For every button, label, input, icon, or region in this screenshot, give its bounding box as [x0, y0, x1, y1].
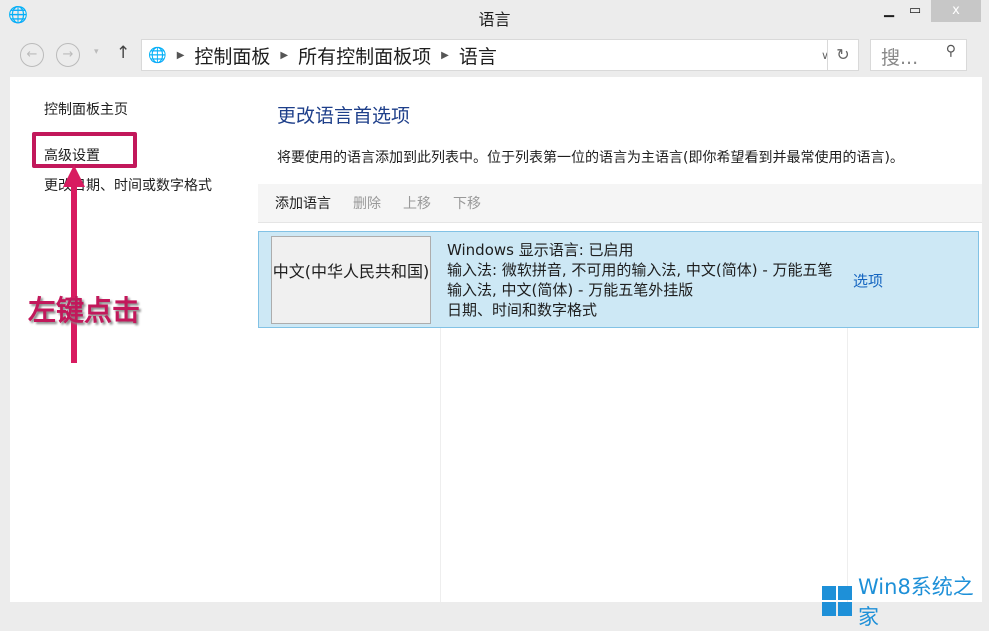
back-button[interactable]: ← — [20, 43, 44, 67]
display-language-status: Windows 显示语言: 已启用 — [447, 241, 634, 259]
windows-logo-icon — [822, 586, 852, 616]
page-title: 更改语言首选项 — [277, 105, 411, 127]
search-input[interactable]: 搜... ⚲ — [870, 39, 967, 71]
search-icon: ⚲ — [945, 43, 956, 59]
chevron-right-icon: ▶ — [280, 49, 289, 61]
title-bar: 🌐 语言 ▁ ▭ x — [0, 0, 989, 33]
breadcrumb-control-panel[interactable]: 控制面板 — [194, 42, 270, 69]
address-bar[interactable]: 🌐 ▶ 控制面板 ▶ 所有控制面板项 ▶ 语言 ∨ — [141, 39, 838, 71]
language-toolbar: 添加语言 删除 上移 下移 — [258, 184, 982, 223]
watermark-logo: Win8系统之家 — [822, 571, 989, 631]
sidebar-item-home[interactable]: 控制面板主页 — [44, 99, 128, 119]
search-placeholder: 搜... — [881, 47, 919, 69]
up-button[interactable]: ↑ — [116, 43, 130, 63]
breadcrumb-language[interactable]: 语言 — [459, 42, 497, 69]
page-description: 将要使用的语言添加到此列表中。位于列表第一位的语言为主语言(即你希望看到并最常使… — [277, 150, 904, 166]
annotation-arrow — [71, 173, 77, 363]
forward-button[interactable]: → — [56, 43, 80, 67]
input-methods: 输入法: 微软拼音, 不可用的输入法, 中文(简体) - 万能五笔输入法, 中文… — [447, 261, 833, 299]
move-up-button[interactable]: 上移 — [403, 193, 431, 213]
chevron-right-icon: ▶ — [441, 49, 449, 61]
move-down-button[interactable]: 下移 — [453, 193, 481, 213]
window-title: 语言 — [478, 10, 511, 29]
language-row[interactable]: 中文(中华人民共和国) Windows 显示语言: 已启用 输入法: 微软拼音,… — [258, 231, 979, 328]
watermark-text: Win8系统之家 — [858, 575, 974, 629]
maximize-button[interactable]: ▭ — [905, 0, 925, 22]
annotation-text: 左键点击 — [28, 294, 141, 327]
options-link[interactable]: 选项 — [853, 270, 883, 291]
refresh-button[interactable]: ↻ — [827, 39, 859, 71]
recent-dropdown-icon[interactable]: ▾ — [94, 47, 99, 57]
language-name-button[interactable]: 中文(中华人民共和国) — [271, 236, 431, 324]
highlight-box — [32, 132, 137, 168]
chevron-right-icon: ▶ — [176, 49, 185, 61]
format-info: 日期、时间和数字格式 — [447, 301, 598, 319]
breadcrumb-all-items[interactable]: 所有控制面板项 — [298, 42, 431, 69]
add-language-button[interactable]: 添加语言 — [275, 193, 331, 213]
language-info: Windows 显示语言: 已启用 输入法: 微软拼音, 不可用的输入法, 中文… — [447, 240, 837, 320]
content-pane: 控制面板主页 高级设置 更改日期、时间或数字格式 左键点击 更改语言首选项 将要… — [10, 77, 982, 602]
navigation-bar: ← → ▾ ↑ 🌐 ▶ 控制面板 ▶ 所有控制面板项 ▶ 语言 ∨ ↻ 搜...… — [10, 33, 982, 77]
minimize-button[interactable]: ▁ — [879, 0, 899, 22]
remove-button[interactable]: 删除 — [353, 193, 381, 213]
location-icon: 🌐 — [148, 46, 167, 64]
close-button[interactable]: x — [931, 0, 981, 22]
